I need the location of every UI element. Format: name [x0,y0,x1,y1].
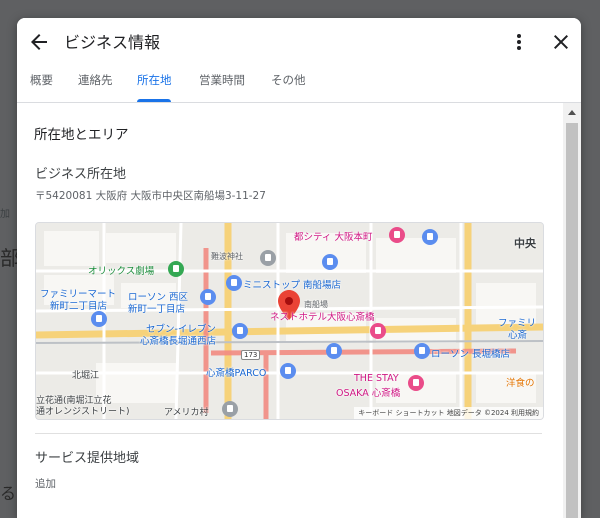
poi-label-shrine: 難波神社 [211,252,243,261]
tab-more[interactable]: その他 [271,72,306,88]
back-button[interactable] [27,30,51,54]
poi-pin-shop-2[interactable] [322,254,338,270]
poi-label-family2b: 心斎 [508,330,528,341]
business-info-dialog: ビジネス情報 概要 連絡先 所在地 営業時間 その他 所在地とエリア ビジネス所… [17,18,581,518]
tab-overview[interactable]: 概要 [30,72,53,88]
scroll-up-icon[interactable] [568,110,576,115]
poi-pin-hotel[interactable] [370,323,386,339]
poi-label-yosho: 洋食の [506,378,535,389]
back-arrow-icon [31,34,47,50]
scrollbar[interactable] [563,103,581,518]
poi-label-sevenb: 心斎橋長堀通西店 [140,336,217,347]
poi-pin-shrine[interactable] [260,250,276,266]
poi-pin-shop-3[interactable] [326,343,342,359]
service-area-label: サービス提供地域 [35,451,140,466]
poi-pin-lawson1[interactable] [200,289,216,305]
poi-pin-lawson2[interactable] [414,343,430,359]
section-divider [35,433,542,434]
poi-label-toshi: 都シティ 大阪本町 [294,232,373,243]
area-label-tachibana-b: 通オレンジストリート) [36,407,130,417]
area-label-amemura: アメリカ村 [164,408,209,418]
location-map[interactable]: 173 都シティ 大阪本町 中央 オリックス劇場 難波神社 ミニストップ 南船場… [35,222,544,420]
tab-hours[interactable]: 営業時間 [199,72,245,88]
section-title: 所在地とエリア [34,127,129,143]
business-address: 〒5420081 大阪府 大阪市中央区南船場3-11-27 [35,190,266,202]
poi-pin-orix[interactable] [168,261,184,277]
poi-label-orix: オリックス劇場 [88,266,155,277]
poi-pin-seven[interactable] [232,323,248,339]
close-button[interactable] [549,30,573,54]
close-icon [554,35,568,49]
poi-pin-thestay[interactable] [408,375,424,391]
poi-label-lawson2: ローソン 長堀橋店 [431,349,511,360]
tab-location[interactable]: 所在地 [137,72,172,88]
poi-pin-ministop[interactable] [226,275,242,291]
poi-pin-parco[interactable] [280,363,296,379]
background-heading-2: る [0,484,17,503]
street-label-minami-semba: 南船場 [304,300,328,309]
area-label-kitahorie: 北堀江 [72,371,100,381]
dialog-header: ビジネス情報 概要 連絡先 所在地 営業時間 その他 [17,18,581,103]
more-vert-icon [517,34,521,50]
more-options-button[interactable] [509,31,529,53]
active-tab-indicator [137,99,171,102]
scroll-thumb[interactable] [566,123,578,518]
add-service-area-button[interactable]: 追加 [35,476,56,491]
poi-pin-shop[interactable] [422,229,438,245]
location-content: 所在地とエリア ビジネス所在地 〒5420081 大阪府 大阪市中央区南船場3-… [17,103,563,518]
poi-label-thestay: THE STAY [354,373,399,384]
poi-pin-toshi[interactable] [389,227,405,243]
poi-label-lawson1b: 新町一丁目店 [128,304,186,315]
dialog-title: ビジネス情報 [64,33,161,52]
background-text: 加 [0,209,10,220]
area-label-chuo: 中央 [514,237,536,250]
tab-contact[interactable]: 連絡先 [78,72,113,88]
poi-pin-amemura[interactable] [222,401,238,417]
poi-label-ministop: ミニストップ 南船場店 [243,280,342,291]
poi-label-thestayb: OSAKA 心斎橋 [336,388,401,399]
poi-label-hotel: ネストホテル大阪心斎橋 [270,312,375,323]
map-copyright[interactable]: キーボード ショートカット 地図データ ©2024 利用規約 [354,407,543,419]
route-badge: 173 [241,350,261,360]
poi-label-parco: 心斎橋PARCO [206,368,267,379]
poi-pin-family1[interactable] [91,311,107,327]
business-location-label: ビジネス所在地 [35,167,127,182]
poi-label-family1b: 新町二丁目店 [50,301,108,312]
